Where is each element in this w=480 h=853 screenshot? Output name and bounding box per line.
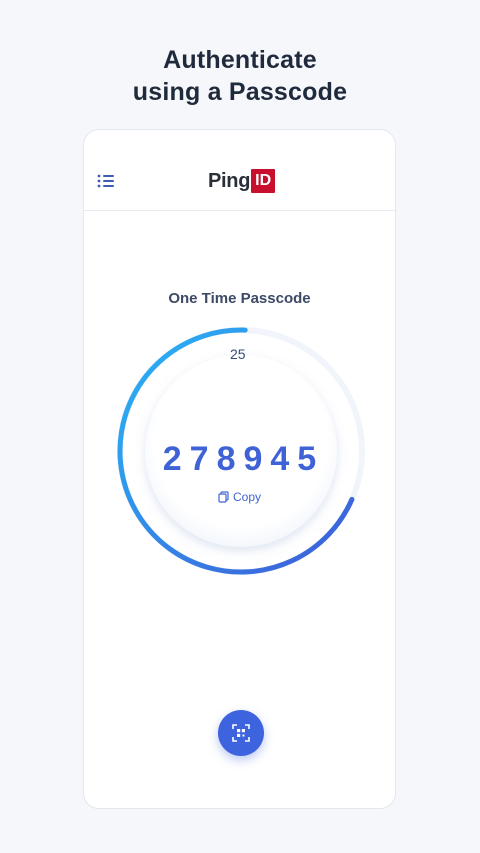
pingid-logo: Ping ID [208,168,276,194]
passcode-value: 278945 [162,440,325,478]
app-card: Ping ID One Time Passcode 25 278945 Copy [83,129,396,809]
list-icon [97,174,114,188]
scan-qr-button[interactable] [218,710,264,756]
seconds-remaining: 25 [230,346,246,362]
headline-line-1: Authenticate [163,46,317,74]
copy-button[interactable]: Copy [84,490,395,504]
copy-label: Copy [232,490,261,504]
copy-icon [218,491,229,503]
app-header: Ping ID [84,130,395,211]
otp-title: One Time Passcode [168,290,311,307]
menu-button[interactable] [96,172,118,190]
logo-text: Ping [208,169,251,192]
qr-scan-icon [232,724,250,742]
headline-line-2: using a Passcode [132,78,348,106]
logo-badge: ID [251,169,276,193]
headline: Authenticate using a Passcode [0,44,480,108]
